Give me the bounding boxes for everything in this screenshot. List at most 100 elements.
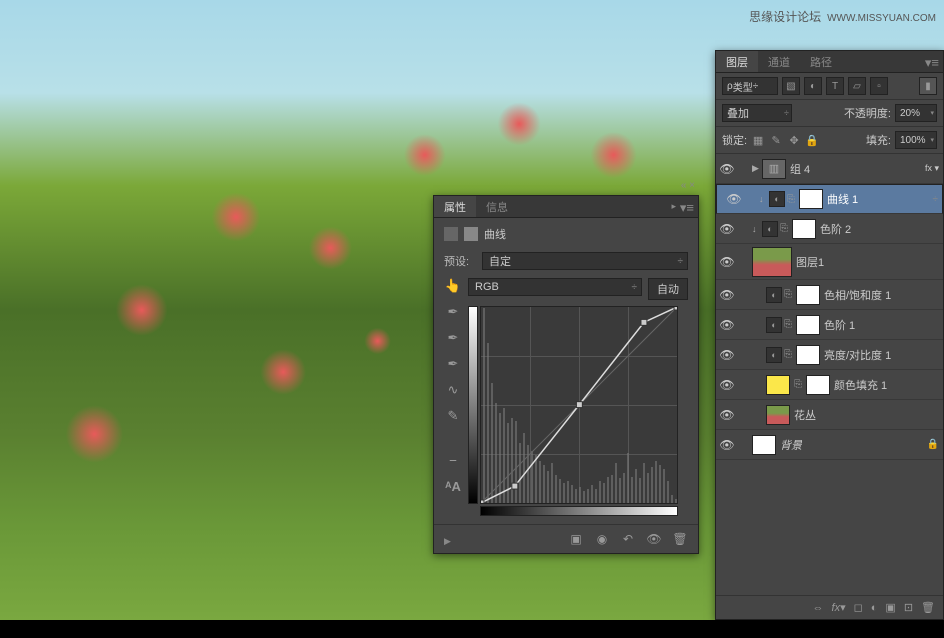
- fx-icon[interactable]: fx▾: [832, 601, 846, 614]
- visibility-toggle-icon[interactable]: 👁: [716, 288, 738, 302]
- layer-name[interactable]: 组 4: [790, 161, 810, 177]
- curve-point-icon[interactable]: ∿: [445, 382, 461, 398]
- collapse-icon[interactable]: « ×: [681, 180, 695, 191]
- layer-row[interactable]: 👁⎘颜色填充 1: [716, 370, 943, 400]
- layer-row[interactable]: 👁◐⎘亮度/对比度 1: [716, 340, 943, 370]
- group-add-icon[interactable]: ▣: [885, 601, 895, 614]
- new-layer-icon[interactable]: ⊡: [904, 601, 913, 614]
- mask-thumb[interactable]: [796, 285, 820, 305]
- visibility-toggle-icon[interactable]: 👁: [716, 378, 738, 392]
- filter-shape-icon[interactable]: ▱: [848, 77, 866, 95]
- prev-state-icon[interactable]: ◉: [594, 531, 610, 547]
- auto-button[interactable]: 自动: [648, 278, 688, 300]
- layers-menu-icon[interactable]: ▾≡: [925, 55, 939, 71]
- clip-icon[interactable]: ▣: [568, 531, 584, 547]
- curves-graph[interactable]: [480, 306, 678, 504]
- layer-name[interactable]: 图层1: [796, 254, 824, 270]
- mask-thumb[interactable]: [806, 375, 830, 395]
- panel-menu-icon[interactable]: ▾≡: [680, 200, 694, 216]
- layer-thumb[interactable]: [752, 435, 776, 455]
- lock-transparent-icon[interactable]: ▦: [751, 133, 765, 147]
- mask-thumb[interactable]: [796, 315, 820, 335]
- mask-thumb[interactable]: [792, 219, 816, 239]
- smooth-icon[interactable]: ⎯: [445, 452, 461, 468]
- layer-row[interactable]: 👁 花丛: [716, 400, 943, 430]
- expand-arrow-icon[interactable]: ▶: [752, 163, 762, 174]
- tab-properties[interactable]: 属性: [434, 196, 476, 217]
- black-eyedropper-icon[interactable]: ✒: [445, 304, 461, 320]
- visibility-toggle-icon[interactable]: 👁: [716, 255, 738, 269]
- layers-tabs: 图层 通道 路径 ▾≡: [716, 51, 943, 73]
- mask-thumb[interactable]: [796, 345, 820, 365]
- layer-row[interactable]: 👁▶▥组 4fx ▾: [716, 154, 943, 184]
- preset-select[interactable]: 自定: [482, 252, 688, 270]
- layer-row[interactable]: 👁↓◐⎘曲线 1: [716, 184, 943, 214]
- text-options-icon[interactable]: ᴬA: [445, 478, 461, 494]
- visibility-toggle-icon[interactable]: 👁: [716, 222, 738, 236]
- layer-name[interactable]: 色阶 2: [820, 221, 851, 237]
- chevron-icon[interactable]: ▸: [671, 201, 676, 212]
- mask-thumb[interactable]: [799, 189, 823, 209]
- blend-mode-select[interactable]: 叠加: [722, 104, 792, 122]
- fill-thumb[interactable]: [766, 375, 790, 395]
- visibility-toggle-icon[interactable]: 👁: [716, 438, 738, 452]
- layer-row[interactable]: 👁◐⎘色阶 1: [716, 310, 943, 340]
- visibility-toggle-icon[interactable]: 👁: [716, 162, 738, 176]
- layer-filter-row: ρ 类型 ÷ ▧ ◐ T ▱ ▫ ▮: [716, 73, 943, 100]
- layer-name[interactable]: 颜色填充 1: [834, 377, 887, 393]
- layer-row[interactable]: 👁↓◐⎘色阶 2: [716, 214, 943, 244]
- layers-footer: ⇔ fx▾ ◻ ◐ ▣ ⊡ 🗑: [716, 595, 943, 619]
- filter-adjust-icon[interactable]: ◐: [804, 77, 822, 95]
- fx-badge[interactable]: fx ▾: [925, 163, 939, 174]
- delete-icon[interactable]: 🗑: [672, 531, 688, 547]
- layer-name[interactable]: 亮度/对比度 1: [824, 347, 891, 363]
- fill-input[interactable]: 100%: [895, 131, 937, 149]
- lock-position-icon[interactable]: ✥: [787, 133, 801, 147]
- curve-draw-icon[interactable]: ✎: [445, 408, 461, 424]
- visibility-toggle-icon[interactable]: 👁: [716, 408, 738, 422]
- reset-icon[interactable]: ↶: [620, 531, 636, 547]
- layer-row[interactable]: 👁背景🔒: [716, 430, 943, 460]
- curves-tools: 👆 ✒ ✒ ✒ ∿ ✎ ⎯ ᴬA: [444, 278, 462, 516]
- filter-type-icon[interactable]: T: [826, 77, 844, 95]
- visibility-icon[interactable]: 👁: [646, 531, 662, 547]
- link-icon: ⎘: [787, 194, 797, 205]
- gray-eyedropper-icon[interactable]: ✒: [445, 330, 461, 346]
- white-eyedropper-icon[interactable]: ✒: [445, 356, 461, 372]
- link-layers-icon[interactable]: ⇔: [813, 602, 824, 614]
- adjustment-icon: ◐: [769, 191, 785, 207]
- tab-layers[interactable]: 图层: [716, 51, 758, 72]
- layer-name[interactable]: 曲线 1: [827, 191, 858, 207]
- layer-name[interactable]: 花丛: [794, 407, 816, 423]
- filter-smart-icon[interactable]: ▫: [870, 77, 888, 95]
- lock-pixels-icon[interactable]: ✎: [769, 133, 783, 147]
- layer-thumb[interactable]: [752, 247, 792, 277]
- mask-add-icon[interactable]: ◻: [854, 601, 863, 614]
- adjustment-icon: ◐: [766, 287, 782, 303]
- trash-icon[interactable]: 🗑: [921, 601, 935, 614]
- visibility-toggle-icon[interactable]: 👁: [723, 192, 745, 206]
- layer-name[interactable]: 色相/饱和度 1: [824, 287, 891, 303]
- layer-name[interactable]: 色阶 1: [824, 317, 855, 333]
- tab-paths[interactable]: 路径: [800, 51, 842, 72]
- adjustment-icon: ◐: [766, 347, 782, 363]
- expand-triangle-icon[interactable]: ▶: [444, 536, 451, 547]
- layer-row[interactable]: 👁 图层1: [716, 244, 943, 280]
- adjustment-add-icon[interactable]: ◐: [871, 602, 878, 614]
- layer-row[interactable]: 👁◐⎘色相/饱和度 1: [716, 280, 943, 310]
- lock-label: 锁定:: [722, 132, 747, 148]
- filter-toggle[interactable]: ▮: [919, 77, 937, 95]
- tab-channels[interactable]: 通道: [758, 51, 800, 72]
- filter-pixel-icon[interactable]: ▧: [782, 77, 800, 95]
- lock-all-icon[interactable]: 🔒: [805, 133, 819, 147]
- visibility-toggle-icon[interactable]: 👁: [716, 318, 738, 332]
- bottom-bar: [0, 620, 944, 638]
- filter-kind-select[interactable]: ρ 类型 ÷: [722, 77, 778, 95]
- target-adjust-icon[interactable]: 👆: [445, 278, 461, 294]
- layer-name[interactable]: 背景: [780, 437, 802, 453]
- opacity-input[interactable]: 20%: [895, 104, 937, 122]
- tab-info[interactable]: 信息: [476, 196, 518, 217]
- channel-select[interactable]: RGB: [468, 278, 642, 296]
- layer-thumb[interactable]: [766, 405, 790, 425]
- visibility-toggle-icon[interactable]: 👁: [716, 348, 738, 362]
